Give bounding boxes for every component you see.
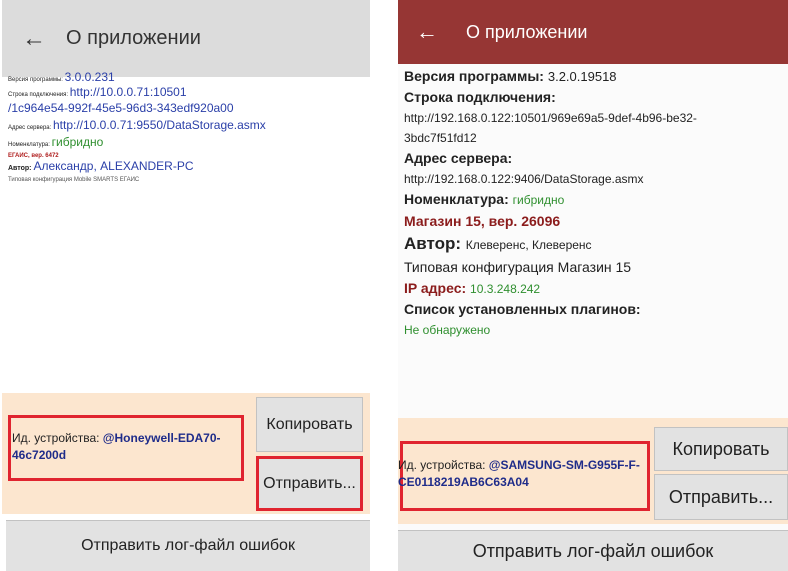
server-label: Адрес сервера: bbox=[8, 125, 53, 131]
server-value: http://10.0.0.71:9550/DataStorage.asmx bbox=[52, 118, 266, 132]
page-title: О приложении bbox=[466, 21, 588, 42]
send-button[interactable]: Отправить... bbox=[654, 474, 788, 520]
device-id-label: Ид. устройства: bbox=[12, 431, 103, 445]
send-button[interactable]: Отправить... bbox=[256, 456, 363, 511]
left-screenshot: ← О приложении Версия программы: 3.0.0.2… bbox=[2, 0, 370, 571]
store-version: Магазин 15, вер. 26096 bbox=[404, 213, 561, 229]
nomenclature-label: Номенклатура: bbox=[404, 191, 513, 207]
send-log-button[interactable]: Отправить лог-файл ошибок bbox=[398, 530, 788, 571]
connection-value-cont: /1c964e54-992f-45e5-96d3-343edf920a00 bbox=[8, 101, 234, 115]
author-value: Клеверенс, Клеверенс bbox=[465, 238, 592, 252]
connection-value: http://10.0.0.71:10501 bbox=[69, 85, 187, 99]
ip-label: IP адрес: bbox=[404, 280, 471, 296]
connection-value-cont: 3bdc7f51fd12 bbox=[404, 131, 477, 145]
app-bar: ← О приложении bbox=[2, 0, 370, 77]
ip-value: 10.3.248.242 bbox=[470, 282, 541, 296]
copy-button[interactable]: Копировать bbox=[654, 427, 788, 471]
right-screenshot: ← О приложении Версия программы: 3.2.0.1… bbox=[398, 0, 788, 571]
configuration-text: Типовая конфигурация Магазин 15 bbox=[404, 259, 632, 275]
plugins-label: Список установленных плагинов: bbox=[404, 301, 641, 317]
app-bar: ← О приложении bbox=[398, 0, 788, 64]
send-log-button[interactable]: Отправить лог-файл ошибок bbox=[6, 520, 370, 571]
server-label: Адрес сервера: bbox=[404, 150, 513, 166]
plugins-value: Не обнаружено bbox=[404, 323, 491, 337]
device-id-text: Ид. устройства: @SAMSUNG-SM-G955F-F-CE01… bbox=[398, 457, 644, 491]
about-info: Версия программы: 3.2.0.19518 Строка под… bbox=[404, 66, 784, 340]
author-label: Автор: bbox=[8, 165, 34, 172]
connection-label: Строка подключения: bbox=[8, 92, 70, 98]
version-value: 3.0.0.231 bbox=[64, 70, 115, 84]
connection-value: http://192.168.0.122:10501/969e69a5-9def… bbox=[404, 111, 697, 125]
author-label: Автор: bbox=[404, 234, 466, 253]
author-value: Александр, ALEXANDER-PC bbox=[33, 159, 194, 173]
device-id-text: Ид. устройства: @Honeywell-EDA70-46c7200… bbox=[12, 430, 240, 464]
nomenclature-value: гибридно bbox=[512, 193, 565, 207]
back-arrow-icon[interactable]: ← bbox=[416, 19, 452, 45]
about-info: Версия программы: 3.0.0.231 Строка подкл… bbox=[8, 68, 366, 183]
connection-label: Строка подключения: bbox=[404, 89, 556, 105]
version-value: 3.2.0.19518 bbox=[547, 69, 617, 84]
configuration-text: Типовая конфигурация Mobile SMARTS ЕГАИС bbox=[8, 177, 140, 183]
copy-button[interactable]: Копировать bbox=[256, 397, 363, 452]
nomenclature-value: гибридно bbox=[51, 135, 104, 149]
back-arrow-icon[interactable]: ← bbox=[22, 25, 58, 53]
page-title: О приложении bbox=[66, 27, 201, 49]
device-id-label: Ид. устройства: bbox=[398, 458, 489, 472]
server-value: http://192.168.0.122:9406/DataStorage.as… bbox=[404, 172, 644, 186]
version-label: Версия программы: bbox=[404, 68, 548, 84]
